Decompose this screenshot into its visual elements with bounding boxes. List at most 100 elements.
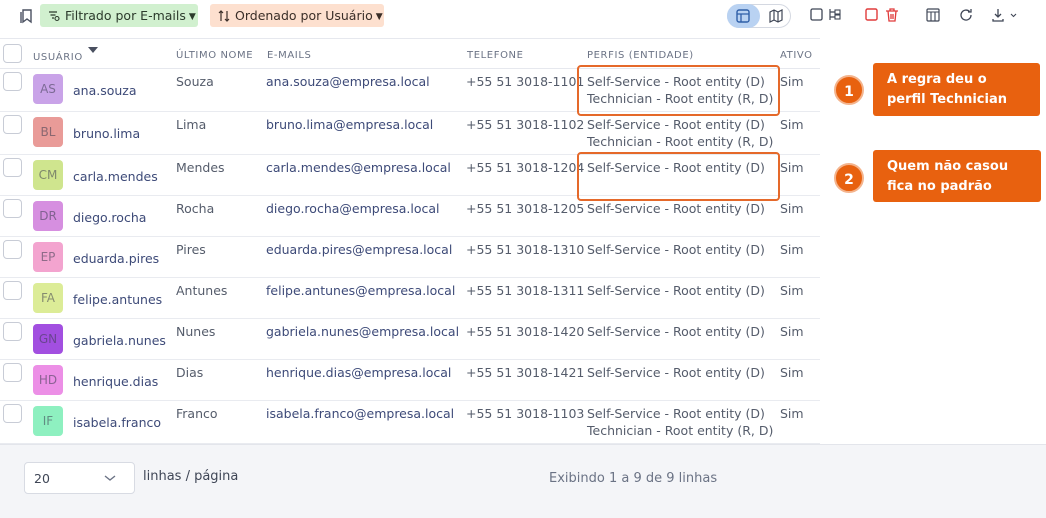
col-user[interactable]: USUÁRIO [33,52,83,63]
email-cell[interactable]: diego.rocha@empresa.local [266,201,440,216]
email-cell[interactable]: gabriela.nunes@empresa.local [266,324,459,339]
table-row[interactable]: FA felipe.antunes Antunes felipe.antunes@em… [0,278,820,319]
table-row[interactable]: GN gabriela.nunes Nunes gabriela.nunes@empr… [0,319,820,360]
col-phone[interactable]: TELEFONE [467,50,524,61]
phone-cell: +55 51 3018-1205 [466,201,585,216]
avatar: EP [33,242,63,272]
table-row[interactable]: DR diego.rocha Rocha diego.rocha@empresa.lo… [0,196,820,237]
chevron-down-icon [104,475,116,481]
row-checkbox[interactable] [3,322,22,341]
row-checkbox[interactable] [3,240,22,259]
email-cell[interactable]: eduarda.pires@empresa.local [266,242,452,257]
profile-entry: Self-Service - Root entity (D) [587,406,765,421]
row-checkbox[interactable] [3,281,22,300]
active-cell: Sim [780,242,804,257]
user-link[interactable]: gabriela.nunes [73,333,166,348]
map-icon [769,9,783,23]
row-checkbox[interactable] [3,72,22,91]
email-cell[interactable]: felipe.antunes@empresa.local [266,283,455,298]
profile-entry: Self-Service - Root entity (D) [587,324,765,339]
phone-cell: +55 51 3018-1310 [466,242,585,257]
user-link[interactable]: carla.mendes [73,169,158,184]
user-link[interactable]: felipe.antunes [73,292,162,307]
user-link[interactable]: bruno.lima [73,126,140,141]
highlight-technician-profile [577,65,780,116]
pagination-info: Exibindo 1 a 9 de 9 linhas [549,471,718,486]
callout-1: A regra deu o perfil Technician [873,63,1040,116]
email-cell[interactable]: bruno.lima@empresa.local [266,117,433,132]
user-link[interactable]: diego.rocha [73,210,146,225]
last-name-cell: Rocha [176,201,215,216]
columns-icon[interactable] [925,7,941,23]
row-checkbox[interactable] [3,115,22,134]
user-link[interactable]: ana.souza [73,83,137,98]
profile-entry: Self-Service - Root entity (D) [587,201,765,216]
profile-entry: Self-Service - Root entity (D) [587,365,765,380]
row-checkbox[interactable] [3,363,22,382]
last-name-cell: Lima [176,117,207,132]
active-cell: Sim [780,406,804,421]
table-row[interactable]: EP eduarda.pires Pires eduarda.pires@empres… [0,237,820,278]
avatar: AS [33,74,63,104]
phone-cell: +55 51 3018-1421 [466,365,585,380]
phone-cell: +55 51 3018-1204 [466,160,585,175]
avatar: DR [33,201,63,231]
phone-cell: +55 51 3018-1102 [466,117,585,132]
profile-entry: Self-Service - Root entity (D) [587,283,765,298]
filter-chip[interactable]: Filtrado por E-mails ▼ [40,4,198,27]
download-icon[interactable] [991,7,1019,23]
profiles-cell: Self-Service - Root entity (D) [587,364,765,381]
col-emails[interactable]: E-MAILS [267,50,311,61]
refresh-icon[interactable] [958,7,974,23]
phone-cell: +55 51 3018-1103 [466,406,585,421]
table-view-button[interactable] [727,4,760,28]
profiles-cell: Self-Service - Root entity (D) [587,241,765,258]
sort-desc-icon [88,47,98,53]
active-cell: Sim [780,283,804,298]
col-profiles[interactable]: PERFIS (ENTIDADE) [587,50,694,61]
select-checkbox-icon[interactable] [809,7,825,23]
view-toggle [727,4,791,28]
map-view-button[interactable] [760,4,793,28]
profiles-cell: Self-Service - Root entity (D) [587,200,765,217]
phone-cell: +55 51 3018-1101 [466,74,585,89]
profiles-cell: Self-Service - Root entity (D) [587,323,765,340]
trash-icon[interactable] [884,7,900,23]
saved-searches-icon[interactable] [20,8,34,24]
header-checkbox[interactable] [3,44,22,63]
page-size-select[interactable]: 20 [24,462,135,494]
callout-2: Quem não casou fica no padrão [873,150,1041,202]
col-last-name[interactable]: ÚLTIMO NOME [176,50,253,61]
active-cell: Sim [780,201,804,216]
sort-chip[interactable]: Ordenado por Usuário ▼ [210,4,384,27]
email-cell[interactable]: henrique.dias@empresa.local [266,365,451,380]
table-row[interactable]: IF isabela.franco Franco isabela.franco@emp… [0,401,820,444]
last-name-cell: Dias [176,365,204,380]
filter-chip-label: Filtrado por E-mails [65,8,186,23]
col-active[interactable]: ATIVO [780,50,813,61]
avatar: FA [33,283,63,313]
select-all-checkbox-icon[interactable] [864,7,880,23]
user-link[interactable]: eduarda.pires [73,251,159,266]
user-link[interactable]: henrique.dias [73,374,158,389]
profiles-cell: Self-Service - Root entity (D) Technician… [587,405,773,439]
email-cell[interactable]: isabela.franco@empresa.local [266,406,454,421]
row-checkbox[interactable] [3,199,22,218]
row-checkbox[interactable] [3,158,22,177]
sort-icon [218,10,230,22]
last-name-cell: Souza [176,74,214,89]
callout-badge-2: 2 [834,163,864,193]
row-checkbox[interactable] [3,404,22,423]
chevron-down-icon: ▼ [188,12,196,22]
avatar: HD [33,365,63,395]
user-link[interactable]: isabela.franco [73,415,161,430]
tree-icon[interactable] [827,7,843,23]
last-name-cell: Antunes [176,283,228,298]
phone-cell: +55 51 3018-1311 [466,283,585,298]
rows-per-page-label: linhas / página [143,469,239,484]
email-cell[interactable]: carla.mendes@empresa.local [266,160,451,175]
last-name-cell: Mendes [176,160,225,175]
table-row[interactable]: HD henrique.dias Dias henrique.dias@empresa… [0,360,820,401]
table-row[interactable]: BL bruno.lima Lima bruno.lima@empresa.local… [0,112,820,155]
email-cell[interactable]: ana.souza@empresa.local [266,74,430,89]
